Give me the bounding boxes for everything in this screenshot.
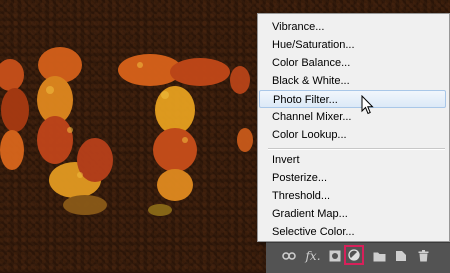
new-layer-icon[interactable] [392, 247, 410, 265]
menu-separator [268, 148, 445, 150]
menu-item-gradient-map[interactable]: Gradient Map... [272, 205, 348, 223]
menu-item-invert[interactable]: Invert [272, 151, 300, 169]
menu-item-color-lookup[interactable]: Color Lookup... [272, 126, 347, 144]
menu-item-channel-mixer[interactable]: Channel Mixer... [272, 108, 351, 126]
link-icon[interactable] [280, 247, 298, 265]
mouse-cursor-icon [361, 95, 374, 115]
menu-item-threshold[interactable]: Threshold... [272, 187, 330, 205]
adjustment-layer-menu: Vibrance... Hue/Saturation... Color Bala… [257, 13, 450, 242]
fx-icon[interactable]: fx. [304, 247, 322, 265]
menu-item-posterize[interactable]: Posterize... [272, 169, 327, 187]
menu-item-vibrance[interactable]: Vibrance... [272, 18, 324, 36]
menu-item-photo-filter[interactable]: Photo Filter... [259, 90, 446, 108]
group-folder-icon[interactable] [370, 247, 388, 265]
trash-icon[interactable] [414, 247, 432, 265]
layer-mask-icon[interactable] [326, 247, 344, 265]
menu-item-hue-saturation[interactable]: Hue/Saturation... [272, 36, 355, 54]
menu-gutter [258, 14, 267, 241]
layers-panel-toolbar: fx. [266, 242, 450, 273]
menu-item-black-white[interactable]: Black & White... [272, 72, 350, 90]
menu-item-color-balance[interactable]: Color Balance... [272, 54, 350, 72]
adjustment-layer-icon[interactable] [344, 245, 364, 265]
menu-item-selective-color[interactable]: Selective Color... [272, 223, 355, 241]
